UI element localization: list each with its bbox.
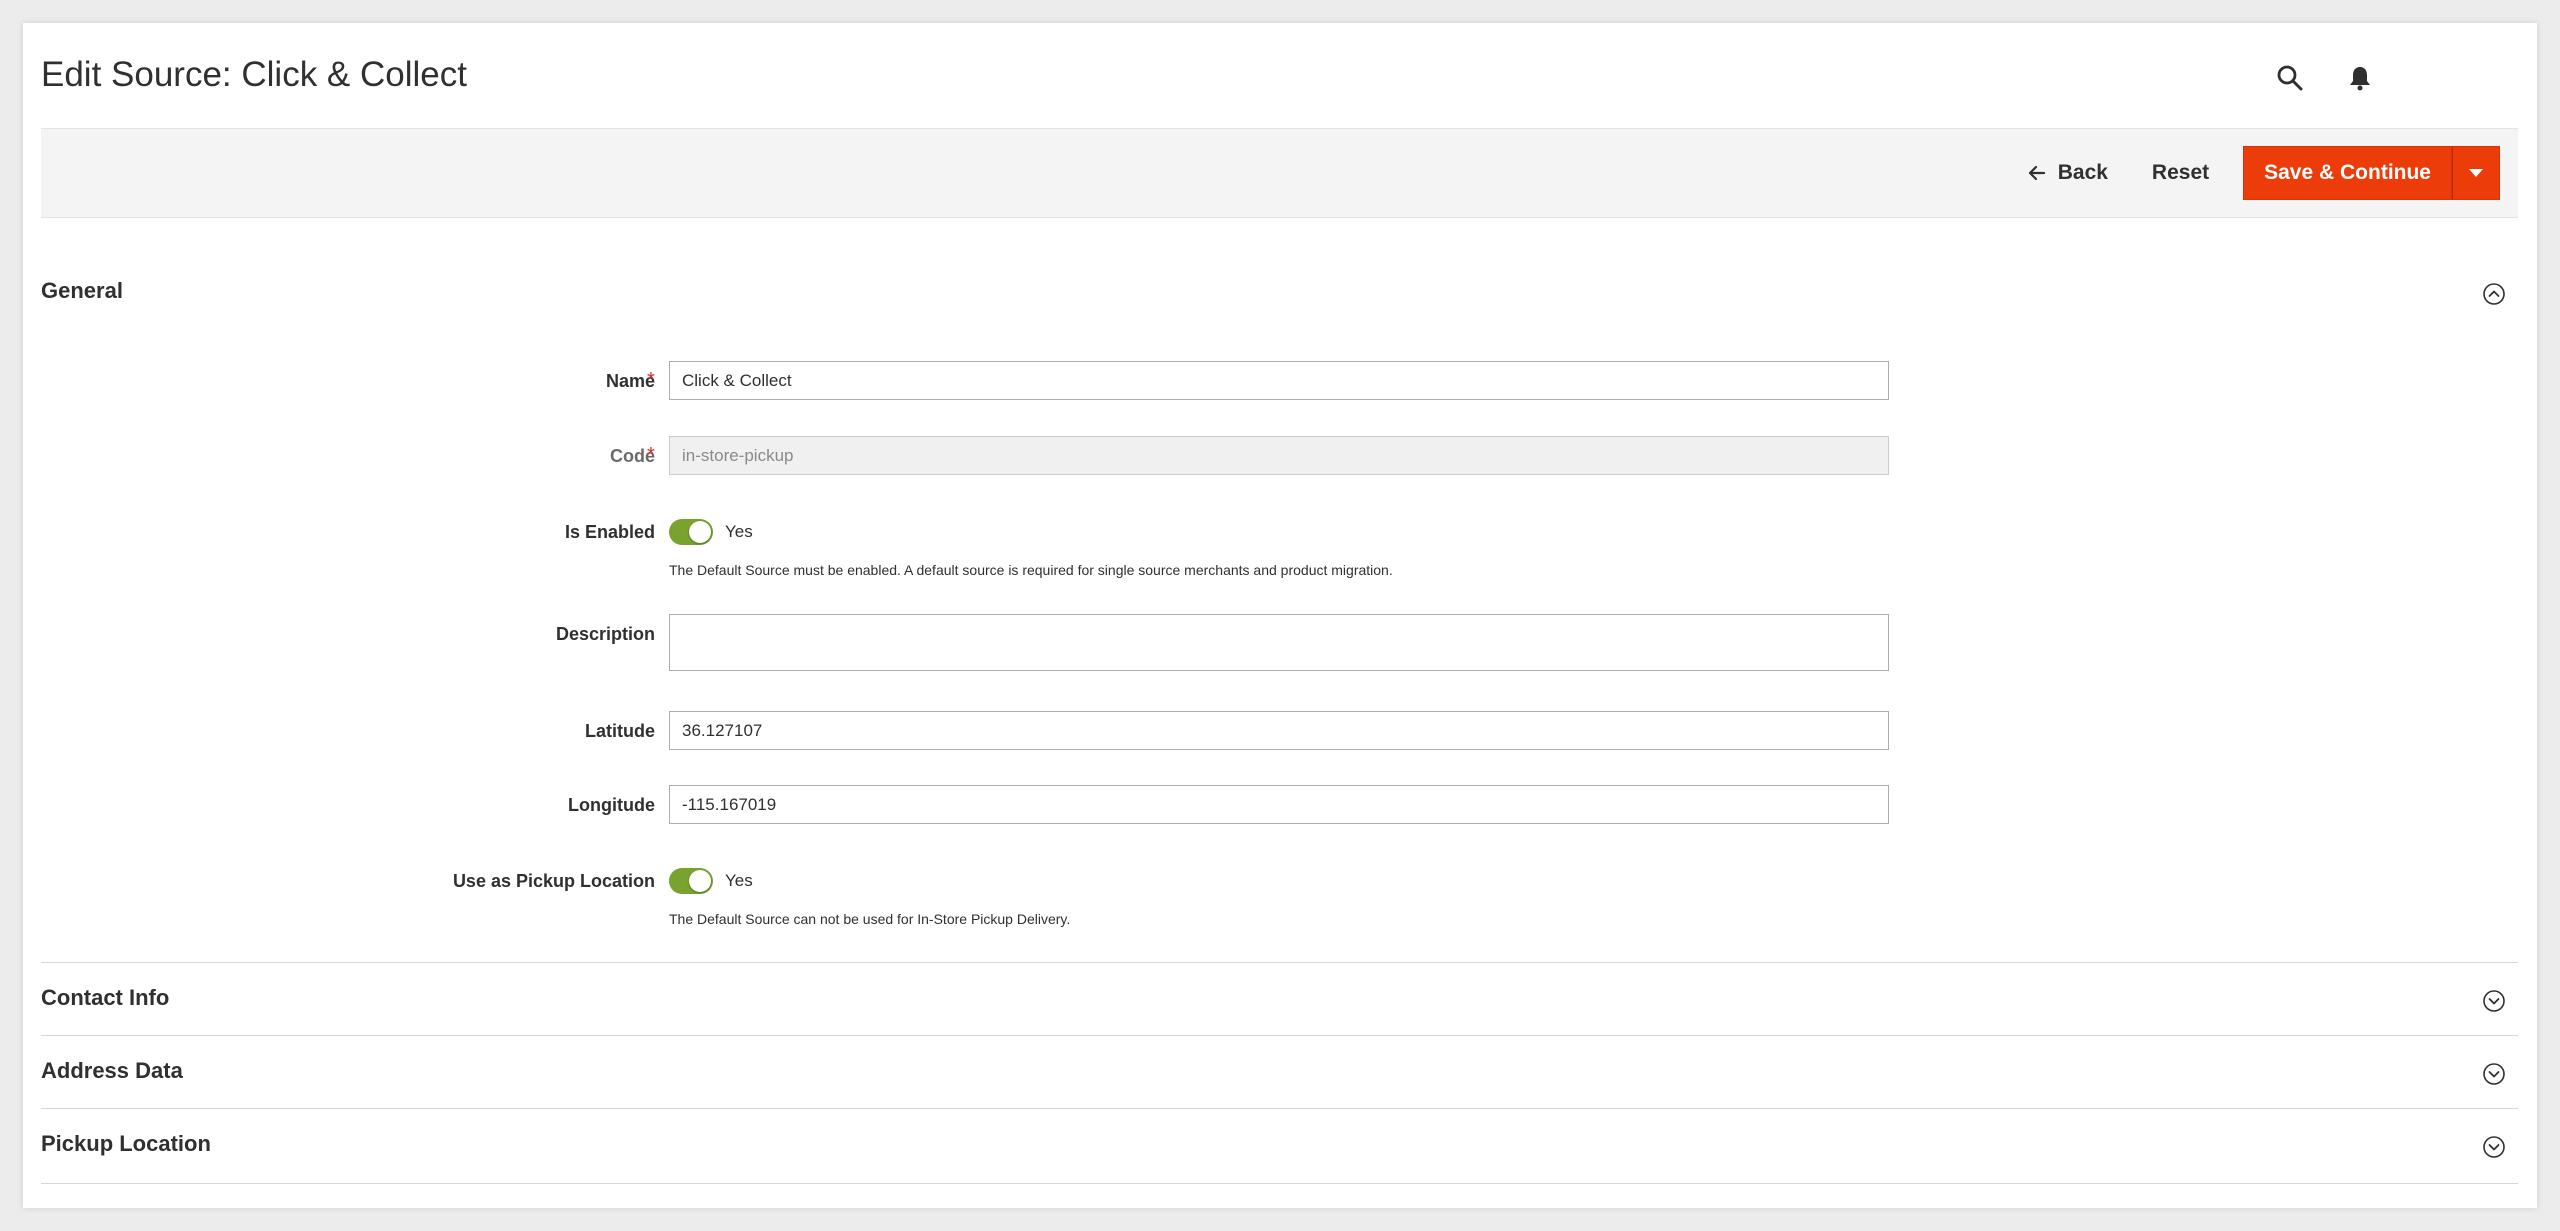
- code-input: [669, 436, 1889, 475]
- bell-icon[interactable]: [2343, 61, 2377, 95]
- arrow-left-icon: [2028, 165, 2045, 181]
- reset-button-label: Reset: [2151, 161, 2210, 184]
- pickup-switch[interactable]: [669, 868, 713, 894]
- pickup-note: The Default Source can not be used for I…: [669, 911, 1071, 927]
- general-section-header[interactable]: General: [41, 278, 2518, 318]
- chevron-down-circle-icon[interactable]: [2482, 1062, 2506, 1086]
- description-textarea[interactable]: [669, 614, 1889, 671]
- caret-down-icon: [2469, 169, 2483, 177]
- page-title: Edit Source: Click & Collect: [41, 55, 467, 94]
- general-section-title: General: [41, 278, 123, 303]
- pickup-location-title: Pickup Location: [41, 1131, 211, 1156]
- pickup-label: Use as Pickup Location: [452, 871, 655, 891]
- page-card: Edit Source: Click & Collect Back Reset …: [23, 23, 2537, 1208]
- chevron-down-circle-icon[interactable]: [2482, 1135, 2506, 1159]
- back-button-label: Back: [2057, 161, 2108, 184]
- save-continue-button[interactable]: Save & Continue: [2243, 146, 2452, 200]
- save-options-toggle[interactable]: [2452, 146, 2500, 200]
- name-input[interactable]: [669, 361, 1889, 400]
- enabled-switch[interactable]: [669, 519, 713, 545]
- save-continue-label: Save & Continue: [2264, 161, 2431, 184]
- latitude-input[interactable]: [669, 711, 1889, 750]
- contact-info-section[interactable]: Contact Info: [41, 962, 2518, 1036]
- address-data-title: Address Data: [41, 1058, 183, 1083]
- address-data-section[interactable]: Address Data: [41, 1035, 2518, 1109]
- contact-info-title: Contact Info: [41, 985, 170, 1010]
- pickup-value: Yes: [725, 871, 753, 890]
- reset-button[interactable]: Reset: [2130, 146, 2231, 200]
- chevron-up-circle-icon[interactable]: [2482, 282, 2506, 306]
- enabled-label: Is Enabled: [564, 522, 655, 542]
- search-icon[interactable]: [2273, 61, 2307, 95]
- header-icons: [2273, 61, 2377, 95]
- back-button[interactable]: Back: [2006, 146, 2130, 200]
- pickup-toggle[interactable]: Yes: [669, 868, 753, 894]
- pickup-location-section[interactable]: Pickup Location: [41, 1108, 2518, 1182]
- page-actions: Back Reset Save & Continue: [2006, 146, 2500, 200]
- longitude-label: Longitude: [568, 795, 655, 815]
- required-marker: *: [647, 369, 655, 391]
- page-actions-bar: Back Reset Save & Continue: [41, 128, 2518, 218]
- latitude-label: Latitude: [585, 721, 655, 741]
- enabled-note: The Default Source must be enabled. A de…: [669, 562, 1393, 578]
- description-label: Description: [555, 624, 655, 644]
- enabled-value: Yes: [725, 522, 753, 541]
- required-marker: *: [647, 444, 655, 466]
- switch-knob: [689, 521, 711, 543]
- longitude-input[interactable]: [669, 785, 1889, 824]
- section-divider: [41, 1183, 2518, 1184]
- chevron-down-circle-icon[interactable]: [2482, 989, 2506, 1013]
- enabled-toggle[interactable]: Yes: [669, 519, 753, 545]
- switch-knob: [689, 870, 711, 892]
